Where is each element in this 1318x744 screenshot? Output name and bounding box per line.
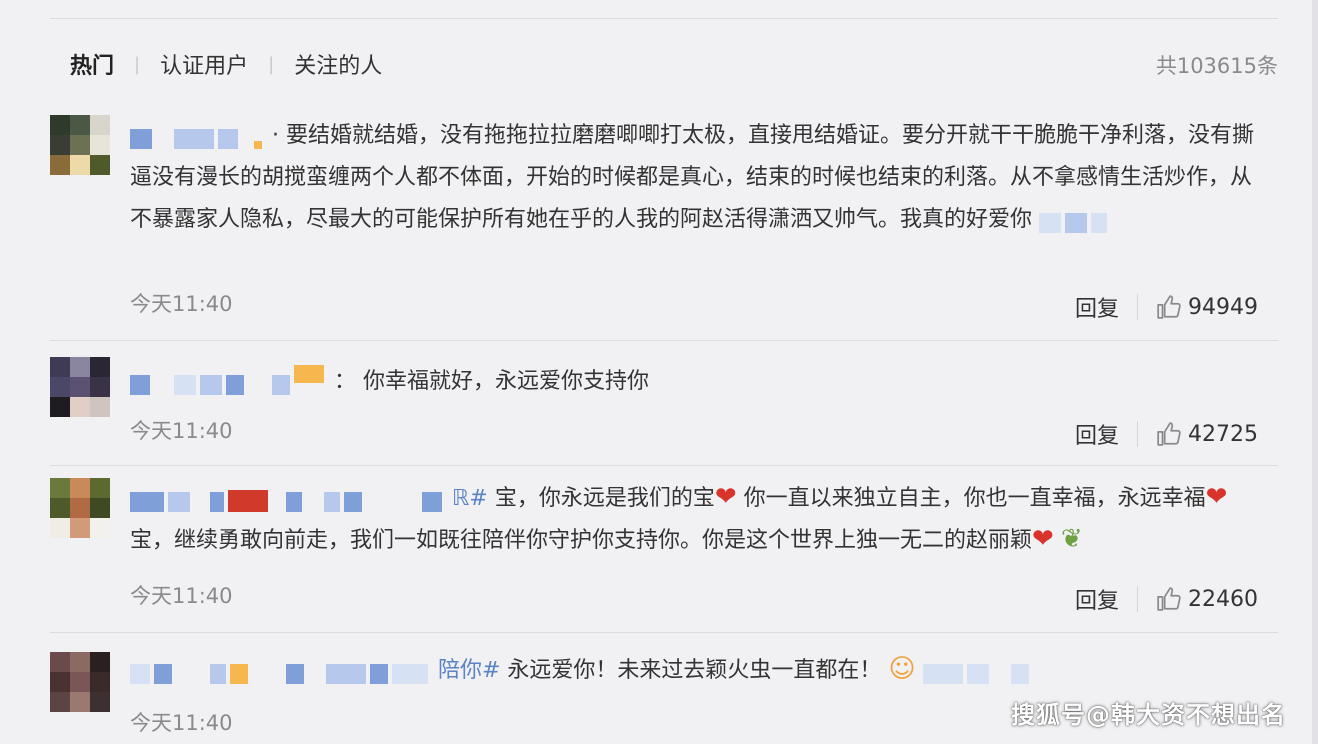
heart-eyes-emoji-icon: ☺ [888, 654, 916, 684]
comment-text: 你一直以来独立自主，你也一直幸福，永远幸福 [736, 486, 1206, 511]
comment-divider [50, 465, 1278, 466]
comment-item: · 要结婚就结婚，没有拖拖拉拉磨磨唧唧打太极，直接甩结婚证。要分开就干干脆脆干净… [50, 115, 1278, 337]
thumbs-up-icon [1157, 587, 1181, 611]
comment-time: 今天11:40 [130, 419, 233, 443]
username-blurred[interactable] [130, 485, 446, 512]
like-count: 42725 [1188, 421, 1258, 447]
username-blurred[interactable] [130, 657, 432, 684]
comment-body: 陪你# 永远爱你！未来过去颖火虫一直都在！ ☺ [130, 650, 1270, 692]
action-separator [1137, 586, 1138, 612]
comment-text: 永远爱你！未来过去颖火虫一直都在！ [500, 658, 882, 683]
comment-time: 今天11:40 [130, 292, 233, 316]
thumbs-up-icon [1157, 295, 1181, 319]
reply-button[interactable]: 回复 [1075, 291, 1119, 323]
comment-actions: 回复 94949 [1075, 291, 1258, 323]
comment-text: 宝，继续勇敢向前走，我们一如既往陪伴你守护你支持你。你是这个世界上独一无二的赵丽… [130, 528, 1033, 553]
comment-text: ： 你幸福就好，永远爱你支持你 [334, 369, 649, 394]
comment-total-count: 共103615条 [1155, 54, 1278, 78]
comment-time: 今天11:40 [130, 584, 233, 608]
like-button[interactable]: 22460 [1156, 586, 1258, 612]
thumbs-up-icon [1157, 422, 1181, 446]
comment-actions: 回复 42725 [1075, 418, 1258, 450]
username-blurred[interactable] [130, 122, 266, 149]
tab-separator: | [268, 53, 275, 75]
avatar[interactable] [50, 357, 110, 417]
avatar[interactable] [50, 652, 110, 712]
top-divider [50, 18, 1278, 19]
heart-emoji-icon: ❤ [1205, 482, 1228, 512]
topic-tag-fragment[interactable]: ℝ# [452, 486, 488, 511]
avatar[interactable] [50, 478, 110, 538]
action-separator [1137, 421, 1138, 447]
comment-actions: 回复 22460 [1075, 583, 1258, 615]
username-blurred[interactable] [130, 365, 328, 395]
scrollbar-track[interactable] [1312, 0, 1318, 744]
tab-separator: | [134, 53, 141, 75]
comment-body: · 要结婚就结婚，没有拖拖拉拉磨磨唧唧打太极，直接甩结婚证。要分开就干干脆脆干净… [130, 115, 1270, 241]
tab-verified-users[interactable]: 认证用户 [160, 48, 248, 80]
like-count: 22460 [1188, 586, 1258, 612]
like-count: 94949 [1188, 294, 1258, 320]
heart-emoji-icon: ❤ [714, 482, 737, 512]
watermark: 搜狐号@韩大资不想出名 [1011, 701, 1286, 729]
leaf-emoji-icon: ❦ [1060, 524, 1083, 554]
tab-following[interactable]: 关注的人 [294, 48, 382, 80]
avatar[interactable] [50, 115, 110, 175]
emoji-blurred [1039, 206, 1111, 233]
comment-item: ℝ# 宝，你永远是我们的宝❤ 你一直以来独立自主，你也一直幸福，永远幸福❤ 宝，… [50, 478, 1278, 628]
topic-tag-fragment[interactable]: 陪你# [438, 658, 500, 683]
tab-hot[interactable]: 热门 [70, 48, 114, 80]
action-separator [1137, 294, 1138, 320]
comment-divider [50, 340, 1278, 341]
comment-item: ： 你幸福就好，永远爱你支持你 今天11:40 回复 42725 [50, 357, 1278, 462]
reply-button[interactable]: 回复 [1075, 583, 1119, 615]
comment-filter-tabs: 热门 | 认证用户 | 关注的人 [70, 48, 382, 80]
comment-text: 宝，你永远是我们的宝 [487, 486, 715, 511]
comment-body: ： 你幸福就好，永远爱你支持你 [130, 361, 1270, 403]
heart-emoji-icon: ❤ [1032, 524, 1054, 554]
comment-time: 今天11:40 [130, 711, 233, 735]
comment-divider [50, 632, 1278, 633]
reply-button[interactable]: 回复 [1075, 418, 1119, 450]
like-button[interactable]: 42725 [1156, 421, 1258, 447]
like-button[interactable]: 94949 [1156, 294, 1258, 320]
comment-body: ℝ# 宝，你永远是我们的宝❤ 你一直以来独立自主，你也一直幸福，永远幸福❤ 宝，… [130, 478, 1270, 562]
emoji-blurred [922, 657, 1033, 684]
